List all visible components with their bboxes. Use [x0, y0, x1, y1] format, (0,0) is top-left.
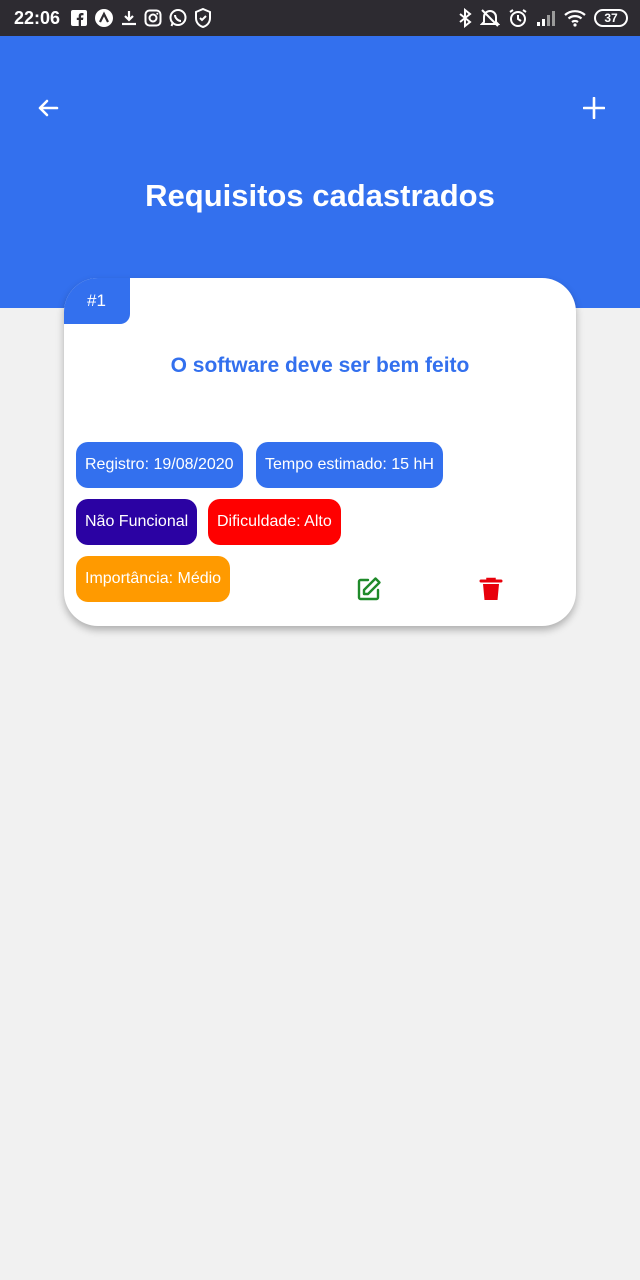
tempo-estimado-badge: Tempo estimado: 15 hH: [256, 442, 443, 488]
header: Requisitos cadastrados: [0, 36, 640, 308]
wifi-icon: [564, 9, 586, 27]
delete-button[interactable]: [478, 576, 504, 604]
signal-icon: [536, 9, 556, 27]
whatsapp-icon: [168, 8, 188, 28]
add-requirement-button[interactable]: [574, 88, 614, 128]
edit-button[interactable]: [356, 576, 382, 604]
edit-icon: [357, 577, 381, 601]
battery-indicator: 37: [594, 9, 628, 27]
tipo-badge: Não Funcional: [76, 499, 198, 545]
plus-icon: [583, 97, 605, 119]
status-left-icons: [70, 8, 212, 28]
status-bar: 22:06 37: [0, 0, 640, 36]
registro-badge: Registro: 19/08/2020: [76, 442, 243, 488]
page-title: Requisitos cadastrados: [145, 178, 495, 213]
trash-icon: [479, 577, 503, 600]
alarm-icon: [508, 8, 528, 28]
requirement-card[interactable]: #1 O software deve ser bem feito Registr…: [64, 278, 576, 626]
back-button[interactable]: [28, 88, 68, 128]
dificuldade-badge: Dificuldade: Alto: [208, 499, 341, 545]
requirement-description: O software deve ser bem feito: [170, 354, 470, 377]
mute-icon: [480, 8, 500, 28]
status-right-icons: 37: [458, 8, 628, 28]
facebook-icon: [70, 9, 88, 27]
bluetooth-icon: [458, 8, 472, 28]
nav-icon: [94, 8, 114, 28]
importancia-badge: Importância: Médio: [76, 556, 231, 602]
download-icon: [120, 9, 138, 27]
shield-icon: [194, 8, 212, 28]
arrow-left-icon: [38, 99, 59, 117]
status-time: 22:06: [14, 8, 61, 28]
instagram-icon: [144, 9, 162, 27]
